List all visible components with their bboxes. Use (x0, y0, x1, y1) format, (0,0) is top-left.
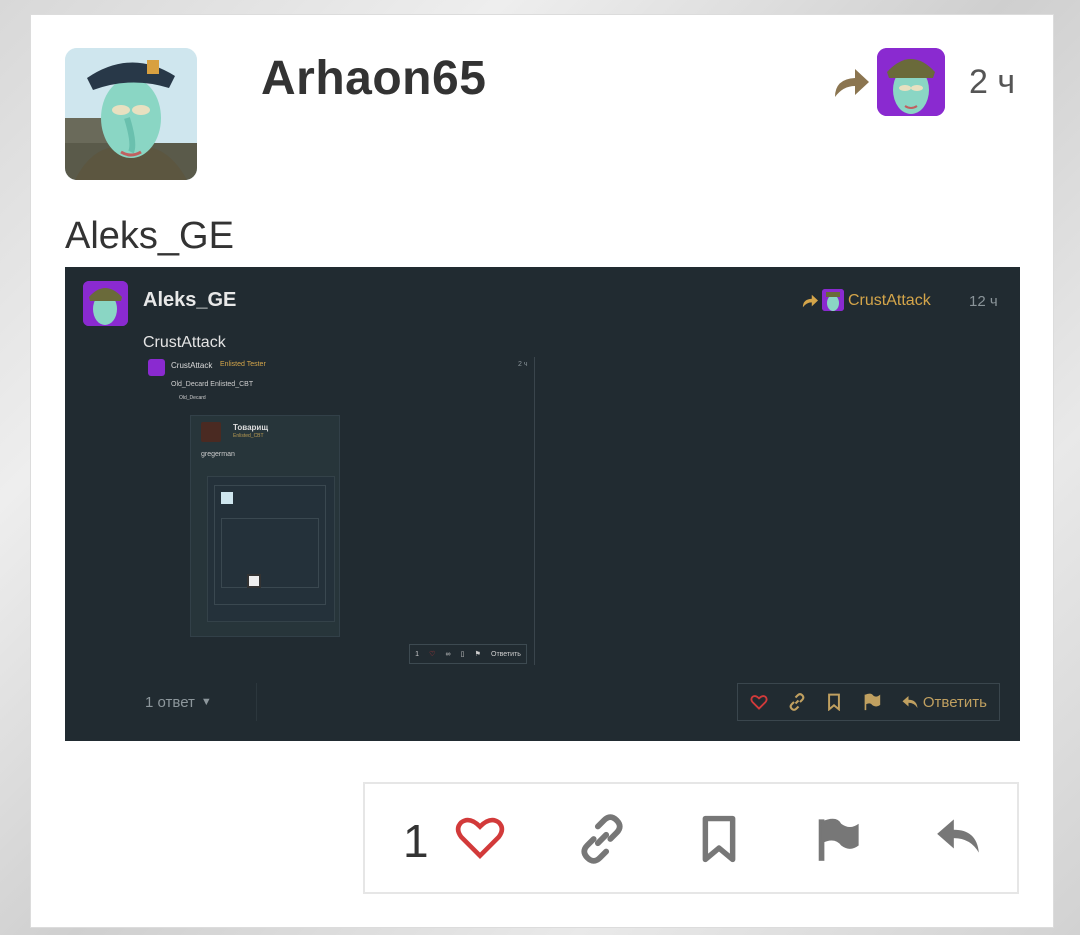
mini-card (247, 574, 261, 588)
embed-time: 12 ч (969, 293, 998, 310)
deep-rank: Enlisted_CBT (233, 433, 264, 439)
embed-repost-avatar (822, 289, 844, 311)
embed-username: Aleks_GE (143, 289, 237, 311)
nested-deep-post: Товарищ Enlisted_CBT gregerman (190, 415, 340, 637)
post-card: Arhaon65 2 ч Aleks_GE Aleks_GE CrustAtta… (30, 14, 1054, 928)
deepest-avatar (221, 492, 233, 504)
reply-icon[interactable] (933, 814, 983, 864)
embed-replies-label: 1 ответ (145, 693, 195, 711)
heart-icon[interactable] (455, 814, 505, 864)
nested-reply: Ответить (491, 650, 521, 658)
nested-post: CrustAttack Enlisted Tester 2 ч Old_Deca… (145, 357, 537, 665)
deepest-post (214, 485, 326, 605)
post-actions: 1 (363, 782, 1019, 894)
nested-time: 2 ч (518, 361, 528, 368)
nested-line-1: Old_Decard Enlisted_CBT (171, 381, 254, 388)
like-count: 1 (403, 815, 429, 867)
nested-bookmark-icon: ▯ (460, 651, 465, 658)
post-time[interactable]: 2 ч (969, 63, 1015, 102)
share-icon (831, 65, 871, 101)
embed-repost-name: CrustAttack (848, 292, 931, 309)
embed-flag-icon (863, 693, 881, 711)
nested-actions: 1 ♡ ∞ ▯ ⚑ Ответить (409, 644, 527, 664)
post-username[interactable]: Arhaon65 (261, 51, 486, 106)
embed-heart-icon (750, 693, 768, 711)
deepest-inner (221, 518, 319, 588)
embed-reply-to: CrustAttack (143, 334, 226, 351)
embedded-screenshot[interactable]: Aleks_GE CrustAttack 12 ч CrustAttack Cr… (65, 267, 1020, 741)
nested-name: CrustAttack (171, 361, 213, 370)
nested-flag-icon: ⚑ (474, 651, 481, 658)
embed-link-icon (788, 693, 806, 711)
nested-link-icon: ∞ (445, 650, 451, 658)
nested-divider (534, 357, 535, 665)
flag-icon[interactable] (815, 814, 865, 864)
deeper-post (207, 476, 335, 622)
embed-replies-toggle: 1 ответ ▼ (145, 683, 257, 721)
nested-avatar (148, 359, 165, 376)
nested-like-count: 1 (415, 650, 419, 658)
nested-rank: Enlisted Tester (220, 361, 266, 368)
embed-reply-label: Ответить (922, 693, 987, 711)
repost-avatar[interactable] (877, 48, 945, 116)
embed-share-icon (801, 293, 819, 309)
deep-name: Товарищ (233, 423, 269, 432)
deep-reply: gregerman (201, 451, 235, 458)
embed-reply-button: Ответить (901, 694, 987, 711)
embed-actions: Ответить (737, 683, 1000, 721)
embed-avatar (83, 281, 128, 326)
embed-bookmark-icon (825, 693, 843, 711)
nested-heart-icon: ♡ (429, 651, 436, 658)
bookmark-icon[interactable] (697, 814, 747, 864)
user-avatar[interactable] (65, 48, 197, 180)
nested-line-2: Old_Decard (179, 395, 206, 401)
deep-avatar (201, 422, 221, 442)
link-icon[interactable] (577, 814, 627, 864)
chevron-down-icon: ▼ (200, 696, 212, 708)
reply-to-username[interactable]: Aleks_GE (65, 215, 234, 258)
